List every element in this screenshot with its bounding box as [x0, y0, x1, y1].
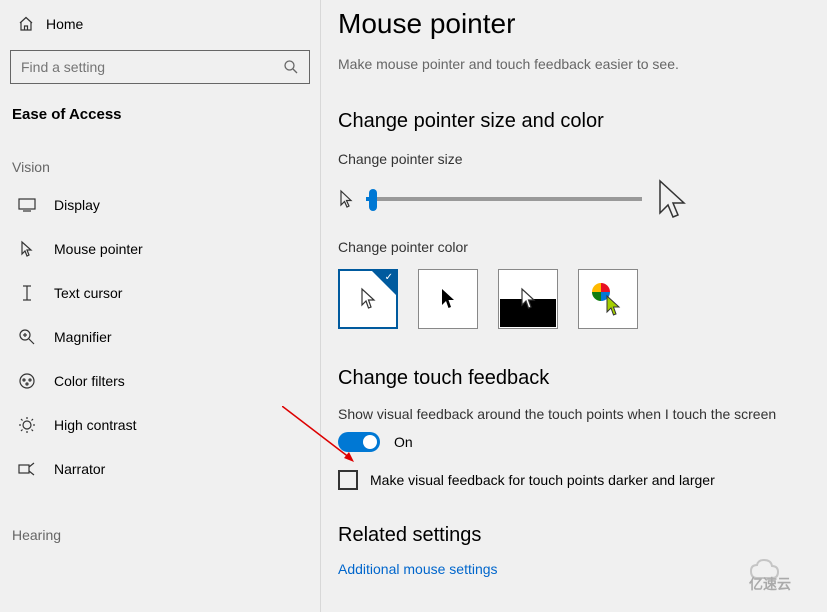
cursor-large-icon: [654, 177, 690, 221]
search-field[interactable]: [21, 59, 283, 75]
toggle-state-text: On: [394, 434, 413, 450]
sidebar-item-mouse-pointer[interactable]: Mouse pointer: [10, 227, 320, 271]
page-subtitle: Make mouse pointer and touch feedback ea…: [338, 56, 827, 72]
sidebar-item-narrator[interactable]: Narrator: [10, 447, 320, 491]
pointer-color-options: ✓: [338, 269, 827, 329]
sidebar-item-label: Magnifier: [54, 329, 112, 345]
darker-larger-checkbox[interactable]: [338, 470, 358, 490]
checkbox-label: Make visual feedback for touch points da…: [370, 472, 715, 488]
toggle-knob: [363, 435, 377, 449]
color-filters-icon: [18, 372, 36, 390]
sidebar: Home Ease of Access Vision Display Mouse…: [0, 0, 320, 612]
home-icon: [18, 16, 34, 32]
sidebar-item-label: Text cursor: [54, 285, 122, 301]
related-settings-heading: Related settings: [338, 524, 827, 547]
home-button[interactable]: Home: [10, 12, 320, 36]
sidebar-item-label: High contrast: [54, 417, 136, 433]
section-touch-heading: Change touch feedback: [338, 367, 827, 390]
section-pointer-heading: Change pointer size and color: [338, 110, 827, 133]
narrator-icon: [18, 460, 36, 478]
main-content: Mouse pointer Make mouse pointer and tou…: [338, 0, 827, 577]
group-vision: Vision: [12, 159, 320, 175]
touch-toggle-row: On: [338, 432, 827, 452]
sidebar-item-label: Mouse pointer: [54, 241, 143, 257]
pointer-size-slider-row: [338, 177, 827, 221]
page-title: Mouse pointer: [338, 8, 827, 40]
color-option-inverted[interactable]: [498, 269, 558, 329]
watermark: 亿速云: [749, 556, 819, 604]
mouse-pointer-icon: [18, 240, 36, 258]
sidebar-item-high-contrast[interactable]: High contrast: [10, 403, 320, 447]
check-icon: ✓: [385, 272, 393, 283]
category-title: Ease of Access: [12, 106, 320, 123]
sidebar-item-label: Display: [54, 197, 100, 213]
group-hearing: Hearing: [12, 527, 320, 543]
cursor-small-icon: [338, 189, 354, 209]
pointer-size-slider[interactable]: [366, 197, 642, 201]
color-option-white[interactable]: ✓: [338, 269, 398, 329]
text-cursor-icon: [18, 284, 36, 302]
high-contrast-icon: [18, 416, 36, 434]
divider: [320, 0, 321, 612]
touch-toggle-label: Show visual feedback around the touch po…: [338, 406, 827, 422]
search-input[interactable]: [10, 50, 310, 84]
touch-feedback-toggle[interactable]: [338, 432, 380, 452]
sidebar-item-text-cursor[interactable]: Text cursor: [10, 271, 320, 315]
darker-checkbox-row: Make visual feedback for touch points da…: [338, 470, 827, 490]
color-option-custom[interactable]: [578, 269, 638, 329]
sidebar-item-label: Narrator: [54, 461, 105, 477]
sidebar-item-label: Color filters: [54, 373, 125, 389]
home-label: Home: [46, 16, 83, 32]
watermark-text: 亿速云: [749, 576, 791, 592]
sidebar-item-color-filters[interactable]: Color filters: [10, 359, 320, 403]
pointer-color-label: Change pointer color: [338, 239, 827, 255]
pointer-size-label: Change pointer size: [338, 151, 827, 167]
display-icon: [18, 196, 36, 214]
magnifier-icon: [18, 328, 36, 346]
sidebar-item-display[interactable]: Display: [10, 183, 320, 227]
slider-thumb[interactable]: [369, 189, 377, 211]
search-icon: [283, 59, 299, 75]
sidebar-item-magnifier[interactable]: Magnifier: [10, 315, 320, 359]
color-option-black[interactable]: [418, 269, 478, 329]
